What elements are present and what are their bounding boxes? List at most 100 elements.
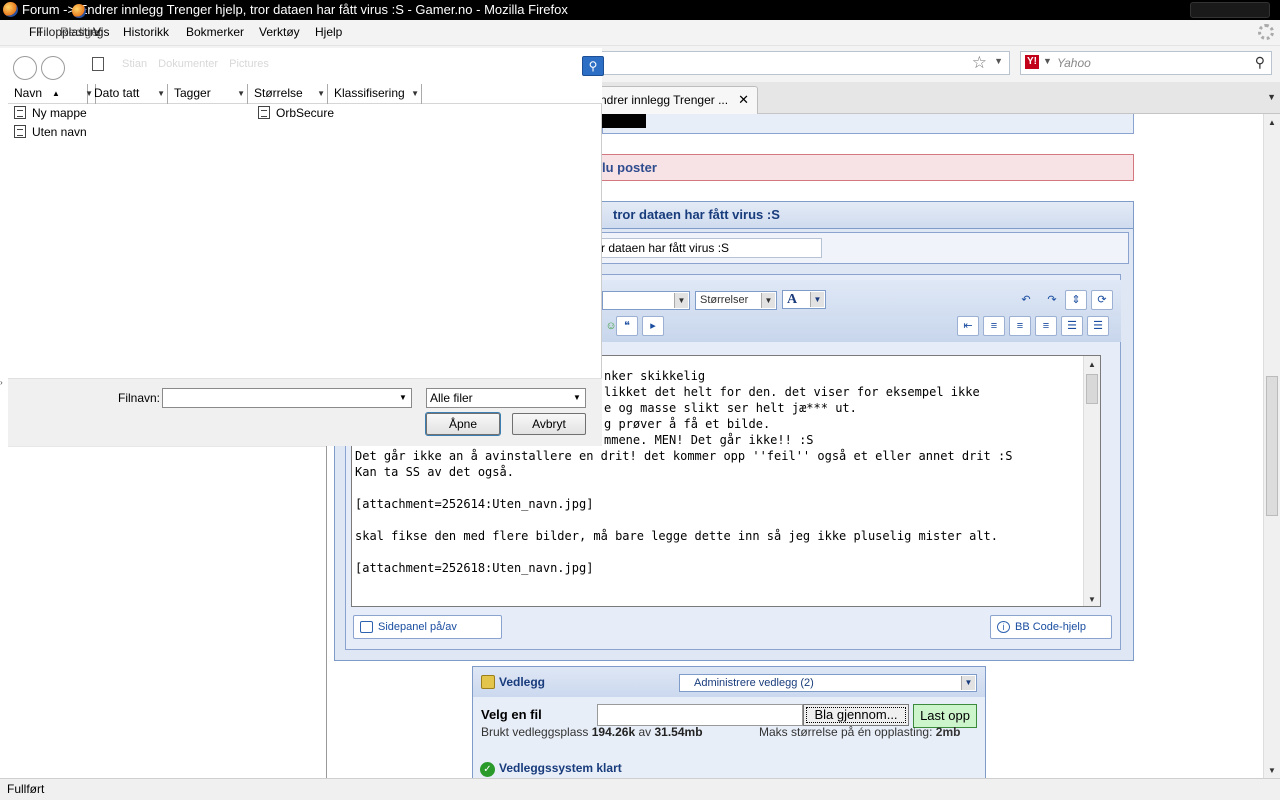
- undo-icon[interactable]: ↶: [1015, 290, 1037, 310]
- file-icon: [14, 106, 26, 119]
- switch-mode-icon[interactable]: ⟳: [1091, 290, 1113, 310]
- textarea-scrollbar[interactable]: ▲ ▼: [1083, 356, 1100, 606]
- page-scrollbar[interactable]: ▲ ▼: [1263, 114, 1280, 778]
- search-icon[interactable]: ⚲: [582, 56, 604, 76]
- size-select[interactable]: Størrelser ▼: [695, 291, 777, 310]
- window-title: Forum -> Endrer innlegg Trenger hjelp, t…: [22, 2, 568, 17]
- message-line: [attachment=252614:Uten_navn.jpg]: [355, 497, 594, 511]
- file-icon: [14, 125, 26, 138]
- breadcrumb-item[interactable]: Pictures: [229, 58, 269, 70]
- column-rating[interactable]: Klassifisering ▼: [328, 84, 422, 104]
- close-tab-icon[interactable]: ✕: [738, 87, 749, 113]
- status-bar: Fullført: [0, 778, 1280, 800]
- insert-media-icon[interactable]: ▸: [642, 316, 664, 336]
- browse-button[interactable]: Bla gjennom...: [803, 704, 909, 726]
- folder-icon: [92, 57, 104, 71]
- column-name[interactable]: Navn ▲: [8, 84, 88, 104]
- filename-label: Filnavn:: [118, 391, 161, 405]
- chevron-down-icon: ▼: [411, 89, 419, 98]
- tab-list-icon[interactable]: ▼: [1267, 92, 1276, 102]
- open-button[interactable]: Åpne: [425, 412, 501, 436]
- chevron-down-icon: ▼: [761, 293, 775, 308]
- column-size[interactable]: Størrelse ▼: [248, 84, 328, 104]
- scroll-up-icon[interactable]: ▲: [1268, 118, 1276, 127]
- cancel-button[interactable]: Avbryt: [512, 413, 586, 435]
- breadcrumb: Stian Dokumenter Pictures: [92, 57, 277, 71]
- file-list-header: Navn ▲ ▼ Dato tatt ▼ Tagger ▼ Størrelse …: [8, 84, 602, 104]
- attachments-panel: Vedlegg Administrere vedlegg (2) ▼ Velg …: [472, 666, 986, 786]
- color-select[interactable]: A ▼: [782, 290, 826, 309]
- tab-edit-post[interactable]: ndrer innlegg Trenger ... ✕: [593, 86, 758, 114]
- chevron-down-icon[interactable]: ▼: [396, 390, 410, 406]
- scrollbar-thumb[interactable]: [1266, 376, 1278, 516]
- breadcrumb-item[interactable]: Stian: [122, 58, 147, 70]
- scrollbar-thumb[interactable]: [1086, 374, 1098, 404]
- search-bar[interactable]: Y! ▼ Yahoo ⚲: [1020, 51, 1272, 75]
- breadcrumb-item[interactable]: Dokumenter: [158, 58, 218, 70]
- dialog-footer: Filnavn: ▼ Alle filer ▼ Åpne Avbryt: [8, 378, 602, 446]
- numbered-list-icon[interactable]: ☰: [1061, 316, 1083, 336]
- align-center-icon[interactable]: ≡: [1009, 316, 1031, 336]
- message-line: skal fikse den med flere bilder, må bare…: [355, 529, 998, 543]
- outdent-icon[interactable]: ⇤: [957, 316, 979, 336]
- file-path-input[interactable]: [597, 704, 803, 726]
- menu-tools[interactable]: Verktøy: [259, 25, 300, 39]
- post-title-input[interactable]: r dataen har fått virus :S: [598, 238, 822, 258]
- chevron-down-icon: ▼: [157, 89, 165, 98]
- loading-throbber-icon: [1258, 24, 1274, 40]
- checkmark-icon: ✓: [480, 762, 495, 777]
- sidepanel-toggle-button[interactable]: Sidepanel på/av: [353, 615, 502, 639]
- quote-icon[interactable]: ❝: [616, 316, 638, 336]
- chevron-down-icon: ▼: [237, 89, 245, 98]
- bullet-list-icon[interactable]: ☰: [1087, 316, 1109, 336]
- window-controls[interactable]: [1190, 2, 1270, 18]
- yahoo-engine-icon[interactable]: Y!: [1025, 55, 1039, 69]
- column-tags[interactable]: Tagger ▼: [168, 84, 248, 104]
- filename-input[interactable]: ▼: [162, 388, 412, 408]
- splitter-handle-icon[interactable]: ›: [0, 378, 3, 387]
- top-panel-border: [602, 114, 1134, 134]
- dialog-nav-row: Stian Dokumenter Pictures ⚲: [8, 48, 604, 86]
- bbcode-help-button[interactable]: i BB Code-hjelp: [990, 615, 1112, 639]
- message-line: Det går ikke an å avinstallere en drit! …: [355, 449, 1013, 463]
- menu-history[interactable]: Historikk: [123, 25, 169, 39]
- paperclip-icon: [481, 675, 495, 689]
- resize-editor-icon[interactable]: ⇕: [1065, 290, 1087, 310]
- scroll-up-icon[interactable]: ▲: [1088, 360, 1096, 369]
- menu-bookmarks[interactable]: Bokmerker: [186, 25, 244, 39]
- file-icon: [258, 106, 270, 119]
- file-list-item[interactable]: OrbSecure: [258, 105, 334, 121]
- max-size-text: Maks størrelse på én opplasting: 2mb: [759, 725, 961, 739]
- info-icon: i: [997, 621, 1010, 633]
- font-select[interactable]: ▼: [602, 291, 690, 310]
- align-left-icon[interactable]: ≡: [983, 316, 1005, 336]
- attachments-title: Vedlegg: [499, 675, 546, 689]
- sort-asc-icon: ▲: [52, 89, 60, 98]
- chevron-down-icon: ▼: [674, 293, 688, 308]
- file-type-select[interactable]: Alle filer ▼: [426, 388, 586, 408]
- firefox-logo-icon: [3, 2, 18, 17]
- file-list-item[interactable]: Ny mappe: [14, 105, 87, 121]
- engine-dropdown-icon[interactable]: ▼: [1043, 56, 1052, 66]
- url-bar[interactable]: ☆ ▼: [600, 51, 1010, 75]
- scroll-down-icon[interactable]: ▼: [1088, 595, 1096, 604]
- chevron-down-icon: ▼: [317, 89, 325, 98]
- sidepanel-icon: [360, 621, 373, 633]
- bookmark-star-icon[interactable]: ☆: [972, 53, 987, 73]
- attachment-status: Vedleggssystem klart: [499, 761, 622, 775]
- file-list-item[interactable]: Uten navn: [14, 124, 87, 140]
- back-icon[interactable]: [13, 56, 37, 80]
- page-left-margin: [8, 446, 326, 778]
- url-history-dropdown-icon[interactable]: ▼: [994, 56, 1003, 66]
- message-line: Kan ta SS av det også.: [355, 465, 514, 479]
- message-line: [355, 480, 1100, 496]
- redo-icon[interactable]: ↷: [1041, 290, 1063, 310]
- menu-help[interactable]: Hjelp: [315, 25, 342, 39]
- manage-attachments-select[interactable]: Administrere vedlegg (2) ▼: [679, 674, 977, 692]
- align-right-icon[interactable]: ≡: [1035, 316, 1057, 336]
- forward-icon[interactable]: [41, 56, 65, 80]
- scroll-down-icon[interactable]: ▼: [1268, 766, 1276, 775]
- search-icon[interactable]: ⚲: [1255, 54, 1265, 71]
- chevron-down-icon: ▼: [573, 393, 581, 402]
- column-date[interactable]: Dato tatt ▼: [88, 84, 168, 104]
